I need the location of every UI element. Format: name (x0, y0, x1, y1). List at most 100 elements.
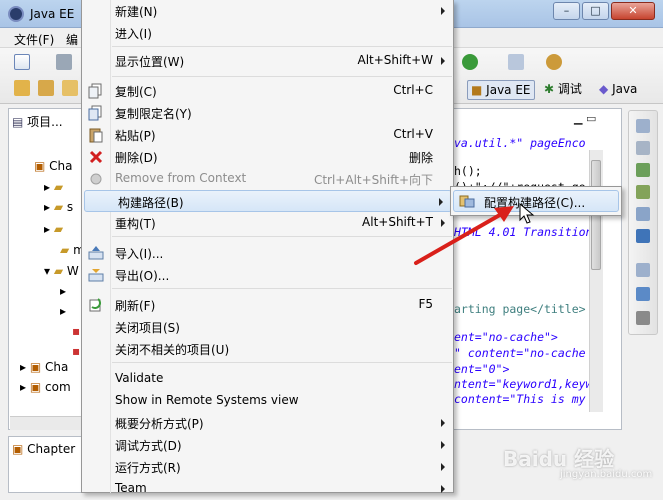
project-icon: ▣ (12, 442, 24, 456)
copy-qualified-icon (88, 105, 104, 121)
context-menu-item[interactable]: 显示位置(W) Alt+Shift+W (82, 50, 453, 72)
java-icon: ◆ (599, 82, 609, 96)
tree-item[interactable]: ▪ (72, 344, 80, 358)
snippets-icon[interactable] (636, 185, 650, 199)
tree-item[interactable]: ▾ ▰ W (44, 264, 79, 278)
context-menu-item[interactable]: 复制限定名(Y) (82, 102, 453, 124)
context-menu-item[interactable]: 粘贴(P) Ctrl+V (82, 124, 453, 146)
expand-icon[interactable]: ▸ (20, 380, 26, 394)
context-menu-item[interactable]: 复制(C) Ctrl+C (82, 80, 453, 102)
maximize-view-icon[interactable]: ▭ (586, 112, 596, 125)
tree-item[interactable]: ▸ ▰ (44, 180, 63, 194)
tree-item[interactable]: ▪ (72, 324, 80, 338)
perspective-javaee[interactable]: ■ Java EE (467, 80, 535, 100)
perspective-java[interactable]: ◆ Java (596, 80, 640, 100)
expand-icon[interactable]: ▸ (44, 200, 50, 214)
context-menu-item[interactable]: 删除(D) 删除 (82, 146, 453, 168)
menu-item-label: 复制(C) (115, 85, 157, 99)
context-menu-item[interactable]: 进入(I) (82, 22, 453, 44)
console-icon[interactable] (636, 229, 650, 243)
submenu-arrow-icon (441, 441, 445, 449)
outline-icon[interactable] (636, 141, 650, 155)
menu-item-shortcut: Alt+Shift+W (357, 53, 434, 67)
perspective-label: Java EE (486, 83, 531, 97)
context-menu-item[interactable]: Team (82, 478, 453, 500)
menu-item-label: 进入(I) (115, 27, 152, 41)
new-icon[interactable] (14, 54, 30, 70)
menu-item-label: Show in Remote Systems view (115, 393, 299, 407)
right-side-toolbar (628, 110, 658, 335)
open-project-icon[interactable] (14, 80, 30, 96)
code-line: h(); (454, 164, 482, 178)
expand-icon[interactable]: ▸ (44, 180, 50, 194)
context-menu-item[interactable]: Validate (82, 368, 453, 390)
context-menu-item[interactable]: Show in Remote Systems view (82, 390, 453, 412)
server-icon[interactable] (508, 54, 524, 70)
tree-item[interactable]: ▸ ▰ s (44, 200, 73, 214)
close-button[interactable]: ✕ (611, 2, 655, 20)
menu-item-label: 构建路径(B) (118, 196, 184, 210)
pin-icon[interactable] (62, 80, 78, 96)
code-line: ent="0"> (454, 362, 510, 376)
tree-item-label: s (66, 200, 74, 214)
explorer-tab[interactable]: ▤ 项目... (12, 113, 63, 130)
eclipse-icon (8, 6, 24, 22)
context-menu-item[interactable]: 关闭不相关的项目(U) (82, 338, 453, 360)
tree-item[interactable]: ▸ ▣ com (20, 380, 71, 394)
context-menu-item[interactable]: 概要分析方式(P) (82, 412, 453, 434)
tree-item-label: W (66, 264, 79, 278)
menu-edit[interactable]: 编 (66, 31, 78, 48)
open-folder-icon[interactable] (38, 80, 54, 96)
maximize-button[interactable]: □ (582, 2, 609, 20)
restore-icon[interactable] (636, 119, 650, 133)
context-menu-item[interactable]: 新建(N) (82, 0, 453, 22)
project-icon: ▣ (34, 159, 46, 173)
context-menu-item[interactable]: 运行方式(R) (82, 456, 453, 478)
menu-item-label: 运行方式(R) (115, 461, 181, 475)
context-menu-item[interactable]: 关闭项目(S) (82, 316, 453, 338)
expand-icon[interactable]: ▸ (20, 360, 26, 374)
window-controls: – □ ✕ (553, 2, 655, 20)
menu-file[interactable]: 文件(F) (14, 31, 54, 48)
save-icon[interactable] (56, 54, 72, 70)
project-icon: ▣ (29, 380, 42, 394)
tree-item[interactable]: ▸ ▣ Cha (20, 360, 68, 374)
tasks-icon[interactable] (636, 207, 650, 221)
context-menu-item[interactable]: Remove from Context Ctrl+Alt+Shift+向下 (82, 168, 453, 190)
tree-item[interactable]: ▸ (60, 284, 66, 298)
expand-icon[interactable]: ▸ (44, 222, 50, 236)
context-menu-item[interactable]: 刷新(F) F5 (82, 294, 453, 316)
menu-item-shortcut: Ctrl+C (393, 83, 433, 97)
menu-item-label: 导出(O)... (115, 269, 170, 283)
run-icon[interactable] (462, 54, 478, 70)
window-title: Java EE (30, 7, 75, 21)
minimize-view-icon[interactable]: ▁ (574, 112, 582, 125)
refresh-icon (88, 297, 104, 313)
servers-icon[interactable] (636, 163, 650, 177)
tree-item[interactable]: ▸ (60, 304, 66, 318)
delete-icon (88, 149, 104, 165)
collapse-icon[interactable]: ▾ (44, 264, 50, 278)
context-menu-item[interactable]: 导出(O)... (82, 264, 453, 286)
minimize-button[interactable]: – (553, 2, 580, 20)
menu-item-label: 显示位置(W) (115, 55, 185, 69)
code-line: " content="no-cache (454, 346, 586, 360)
project-icon: ▣ (29, 360, 42, 374)
bottom-view-tab[interactable]: ▣ Chapter (12, 442, 75, 456)
context-menu-item[interactable]: 导入(I)... (82, 242, 453, 264)
copy-icon (88, 83, 104, 99)
menu-separator (112, 362, 452, 363)
properties-icon[interactable] (636, 311, 650, 325)
hierarchy-icon[interactable] (636, 287, 650, 301)
tree-item[interactable]: ▣ Cha (34, 159, 73, 173)
perspective-debug[interactable]: ✱ 调试 (541, 80, 585, 100)
restore-icon[interactable] (636, 263, 650, 277)
context-menu-item[interactable]: 调试方式(D) (82, 434, 453, 456)
context-menu-item[interactable]: 构建路径(B) (84, 190, 452, 212)
expand-icon[interactable]: ▸ (60, 304, 66, 318)
external-tools-icon[interactable] (546, 54, 562, 70)
menu-item-label: 复制限定名(Y) (115, 107, 192, 121)
context-menu-item[interactable]: 重构(T) Alt+Shift+T (82, 212, 453, 234)
expand-icon[interactable]: ▸ (60, 284, 66, 298)
tree-item[interactable]: ▸ ▰ (44, 222, 63, 236)
